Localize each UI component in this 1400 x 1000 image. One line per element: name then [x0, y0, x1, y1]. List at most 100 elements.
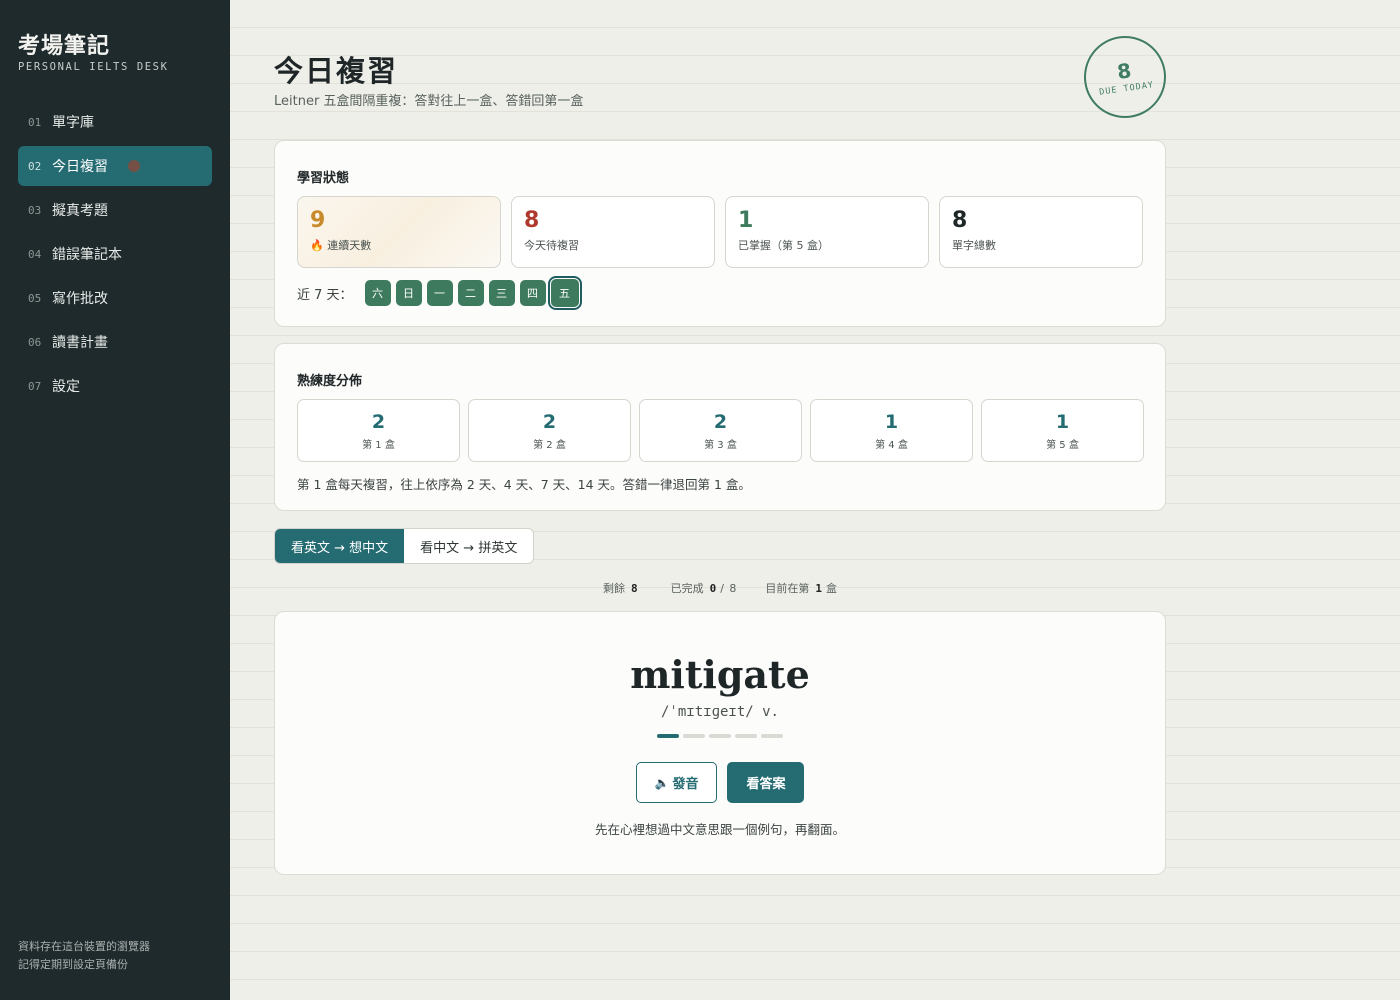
stat-due-today: 8 今天待複習 — [511, 196, 715, 268]
stats-row: 9 🔥 連續天數 8 今天待複習 1 已掌握（第 5 盒） 8 單字總數 — [297, 196, 1143, 268]
due-count: 8 — [1115, 58, 1133, 84]
box-count: 1 — [1055, 410, 1070, 433]
streak-day-today: 五 — [547, 276, 582, 310]
stat-value: 8 — [524, 208, 540, 233]
page-title: 今日複習 — [274, 54, 399, 88]
box-count: 1 — [884, 410, 899, 433]
level-dot — [735, 734, 757, 738]
app-subtitle: PERSONAL IELTS DESK — [18, 61, 169, 73]
current-box-suffix: 盒 — [826, 582, 838, 595]
tab-en-to-zh[interactable]: 看英文 → 想中文 — [275, 529, 405, 563]
sidebar-item-study-plan[interactable]: 06 讀書計畫 — [18, 322, 212, 362]
leitner-box-4: 1 第 4 盒 — [810, 399, 973, 462]
streak-day: 六 — [364, 280, 391, 306]
leitner-box-5: 1 第 5 盒 — [981, 399, 1144, 462]
tab-zh-to-en[interactable]: 看中文 → 拼英文 — [404, 529, 533, 563]
sidebar-item-label: 擬真考題 — [52, 203, 108, 219]
review-mode-tabs: 看英文 → 想中文 看中文 → 拼英文 — [274, 528, 535, 564]
done-count: 0 — [709, 582, 717, 595]
streak-day: 日 — [395, 280, 422, 306]
box-level-indicator — [657, 734, 783, 738]
stat-value: 8 — [952, 208, 968, 233]
storage-note: 資料存在這台裝置的瀏覽器 — [18, 940, 150, 953]
due-label: DUE TODAY — [1098, 80, 1155, 98]
streak-calendar: 近 7 天： 六 日 一 二 三 四 五 — [297, 276, 584, 310]
remaining-count: 8 — [630, 582, 638, 595]
show-answer-button[interactable]: 看答案 — [727, 762, 805, 803]
sidebar-item-number: 04 — [28, 247, 42, 261]
level-dot — [709, 734, 731, 738]
sidebar-item-number: 07 — [28, 379, 42, 393]
pronounce-label: 發音 — [672, 777, 699, 792]
sidebar-item-vocabulary[interactable]: 01 單字庫 — [18, 102, 212, 142]
sidebar-item-number: 06 — [28, 335, 42, 349]
current-box: 1 — [815, 582, 823, 595]
done-label: 已完成 — [670, 582, 704, 595]
sidebar-item-writing-review[interactable]: 05 寫作批改 — [18, 278, 212, 318]
sidebar-item-number: 03 — [28, 203, 42, 217]
due-today-stamp: 8 DUE TODAY — [1078, 30, 1172, 124]
remaining-label: 剩餘 — [602, 582, 625, 595]
sidebar-item-label: 今日複習 — [52, 159, 108, 175]
leitner-boxes: 2 第 1 盒 2 第 2 盒 2 第 3 盒 1 第 4 盒 1 第 5 盒 — [297, 399, 1144, 462]
sidebar: 考場筆記 PERSONAL IELTS DESK 01 單字庫 02 今日複習 … — [0, 0, 230, 1000]
speaker-icon: 🔈 — [654, 775, 670, 790]
streak-day: 三 — [488, 280, 515, 306]
review-progress: 剩餘 8 已完成 0/ 8 目前在第 1 盒 — [274, 580, 1166, 596]
leitner-box-3: 2 第 3 盒 — [639, 399, 802, 462]
streak-day: 四 — [519, 280, 546, 306]
learning-status-card: 學習狀態 9 🔥 連續天數 8 今天待複習 1 已掌握（第 5 盒） 8 單字總… — [274, 140, 1166, 327]
sidebar-item-error-notebook[interactable]: 04 錯誤筆記本 — [18, 234, 212, 274]
box-label: 第 5 盒 — [1046, 439, 1079, 451]
stat-value: 1 — [738, 208, 754, 233]
leitner-box-1: 2 第 1 盒 — [297, 399, 460, 462]
stat-label: 單字總數 — [952, 239, 996, 252]
sidebar-item-number: 05 — [28, 291, 42, 305]
distribution-note: 第 1 盒每天複習，往上依序為 2 天、4 天、7 天、14 天。答錯一律退回第… — [297, 477, 751, 492]
stat-total-words: 8 單字總數 — [939, 196, 1143, 268]
stat-streak: 9 🔥 連續天數 — [297, 196, 501, 268]
streak-day: 一 — [426, 280, 453, 306]
stat-mastered: 1 已掌握（第 5 盒） — [725, 196, 929, 268]
stat-value: 9 — [310, 208, 326, 233]
box-label: 第 4 盒 — [875, 439, 908, 451]
flashcard-hint: 先在心裡想過中文意思跟一個例句，再翻面。 — [594, 822, 845, 837]
app-title: 考場筆記 — [18, 33, 111, 59]
level-dot — [657, 734, 679, 738]
current-box-label: 目前在第 — [765, 582, 810, 595]
proficiency-distribution-card: 熟練度分佈 2 第 1 盒 2 第 2 盒 2 第 3 盒 1 第 4 盒 1 … — [274, 343, 1166, 511]
sidebar-item-daily-review[interactable]: 02 今日複習 — [18, 146, 212, 186]
notification-dot-icon — [128, 160, 140, 172]
sidebar-item-label: 單字庫 — [52, 115, 94, 131]
stat-label: 🔥 連續天數 — [310, 239, 372, 252]
sidebar-footer: 資料存在這台裝置的瀏覽器 記得定期到設定頁備份 — [18, 938, 150, 974]
sidebar-item-number: 02 — [28, 159, 42, 173]
box-label: 第 1 盒 — [362, 439, 395, 451]
box-count: 2 — [542, 410, 557, 433]
flashcard: mitigate /ˈmɪtɪɡeɪt/ v. 🔈 發音 看答案 先在心裡想過中… — [274, 611, 1166, 875]
flashcard-actions: 🔈 發音 看答案 — [275, 762, 1165, 803]
sidebar-item-number: 01 — [28, 115, 42, 129]
streak-label: 近 7 天： — [297, 287, 353, 303]
page-subtitle: Leitner 五盒間隔重複：答對往上一盒、答錯回第一盒 — [274, 94, 584, 109]
sidebar-item-mock-exam[interactable]: 03 擬真考題 — [18, 190, 212, 230]
sidebar-nav: 01 單字庫 02 今日複習 03 擬真考題 04 錯誤筆記本 05 寫作批改 … — [18, 102, 212, 410]
streak-day: 二 — [457, 280, 484, 306]
learning-status-heading: 學習狀態 — [297, 171, 350, 186]
sidebar-item-label: 設定 — [52, 379, 80, 395]
done-total: / 8 — [720, 582, 737, 595]
box-count: 2 — [713, 410, 728, 433]
sidebar-item-label: 錯誤筆記本 — [52, 247, 122, 263]
box-label: 第 3 盒 — [704, 439, 737, 451]
backup-note: 記得定期到設定頁備份 — [18, 958, 128, 971]
box-count: 2 — [371, 410, 386, 433]
leitner-box-2: 2 第 2 盒 — [468, 399, 631, 462]
level-dot — [683, 734, 705, 738]
flashcard-phonetic: /ˈmɪtɪɡeɪt/ v. — [660, 704, 779, 720]
pronounce-button[interactable]: 🔈 發音 — [635, 762, 718, 803]
flashcard-word: mitigate — [630, 652, 810, 697]
sidebar-item-label: 讀書計畫 — [52, 335, 108, 351]
stat-label: 今天待複習 — [524, 239, 579, 252]
distribution-heading: 熟練度分佈 — [297, 374, 363, 389]
sidebar-item-settings[interactable]: 07 設定 — [18, 366, 212, 406]
